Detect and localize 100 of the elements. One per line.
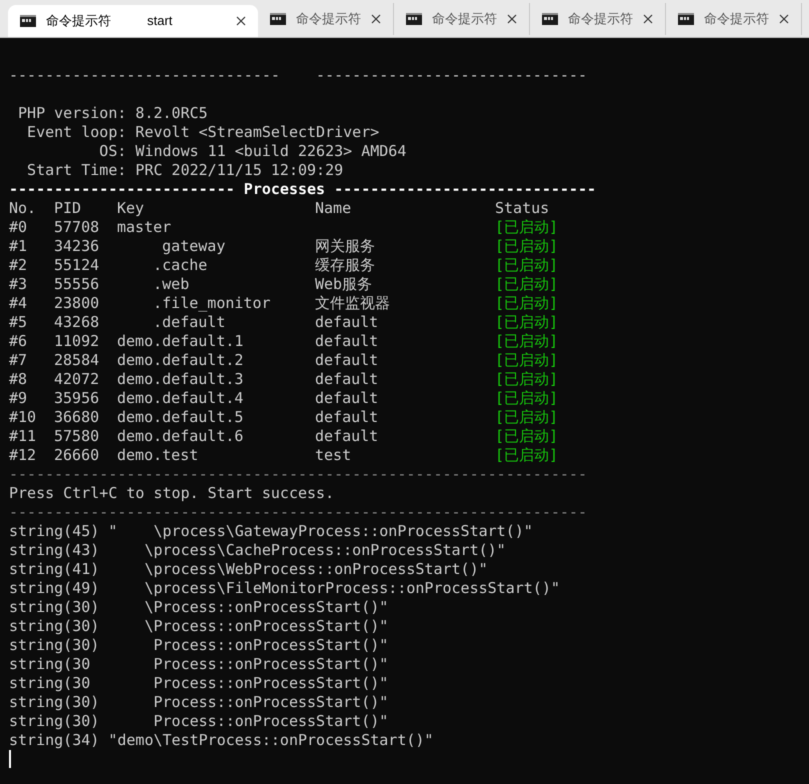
table-cell-text: #9 <box>9 389 28 408</box>
terminal-icon <box>678 13 694 25</box>
table-cell-text: [已启动] <box>495 294 560 313</box>
table-cell-text: [已启动] <box>495 237 560 256</box>
table-cell-text: .web <box>152 275 190 294</box>
table-cell-text: #12 <box>9 446 38 465</box>
table-cell-text: [已启动] <box>495 256 560 275</box>
table-cell-text: 缓存服务 <box>315 256 376 275</box>
close-icon[interactable] <box>507 14 517 24</box>
table-cell-text: gateway <box>161 237 226 256</box>
table-cell-text: [已启动] <box>495 218 560 237</box>
table-cell-text: [已启动] <box>495 313 560 332</box>
output-line: string(30) \Process::onProcessStart()" <box>9 617 388 635</box>
info-line: Event loop: Revolt <StreamSelectDriver> <box>26 123 380 141</box>
output-line: string(45) " \process\GatewayProcess::onProcessStart()" <box>9 522 533 540</box>
table-cell-text: 11092 <box>54 332 100 351</box>
table-cell-text: #8 <box>9 370 28 389</box>
table-cell-text: demo.test <box>117 446 200 465</box>
table-cell-text: #11 <box>9 427 38 446</box>
table-cell-text: .default <box>152 313 226 332</box>
output-line: string(30) Process::onProcessStart()" <box>9 712 388 730</box>
close-icon[interactable] <box>371 14 381 24</box>
table-cell-text: master <box>117 218 172 237</box>
table-cell-text: 网关服务 <box>315 237 376 256</box>
table-cell-text: 57708 <box>54 218 100 237</box>
column-header: No. <box>9 199 38 218</box>
table-cell-text: 42072 <box>54 370 100 389</box>
table-cell-text: [已启动] <box>495 351 560 370</box>
table-cell-text: #2 <box>9 256 28 275</box>
column-header: Key <box>117 199 146 218</box>
banner-line: ------------------------------ ------------------------------ <box>9 66 587 84</box>
column-header: Status <box>495 199 550 218</box>
table-cell-text: default <box>315 389 380 408</box>
table-cell-text: [已启动] <box>495 389 560 408</box>
info-line: OS: Windows 11 <build 22623> AMD64 <box>98 142 406 160</box>
table-cell-text: 55124 <box>54 256 100 275</box>
close-icon[interactable] <box>236 16 246 26</box>
divider-line: ---------------------------------------------------------------- <box>9 465 587 483</box>
tab[interactable]: 命令提示符 start <box>8 5 258 37</box>
section-heading: ------------------------- Processes ----------------------------- <box>9 180 596 198</box>
table-cell-text: 55556 <box>54 275 100 294</box>
terminal-icon <box>270 13 286 25</box>
table-cell-text: demo.default.3 <box>117 370 244 389</box>
table-cell-text: demo.default.5 <box>117 408 244 427</box>
table-cell-text: default <box>315 427 380 446</box>
table-cell-text: #3 <box>9 275 28 294</box>
table-cell-text: Web服务 <box>315 275 374 294</box>
output-line: string(30 Process::onProcessStart()" <box>9 674 388 692</box>
output-line: string(30 Process::onProcessStart()" <box>9 655 388 673</box>
table-cell-text: #0 <box>9 218 28 237</box>
table-cell-text: default <box>315 408 380 427</box>
table-cell-text: 26660 <box>54 446 100 465</box>
table-cell-text: #1 <box>9 237 28 256</box>
divider-line: ---------------------------------------------------------------- <box>9 503 587 521</box>
close-icon[interactable] <box>779 14 789 24</box>
table-cell-text: demo.default.6 <box>117 427 244 446</box>
table-cell-text: #6 <box>9 332 28 351</box>
table-cell-text: 文件监视器 <box>315 294 391 313</box>
output-line: string(34) "demo\TestProcess::onProcessStart()" <box>9 731 434 749</box>
output-line: string(43) \process\CacheProcess::onProcessStart()" <box>9 541 506 559</box>
tab[interactable]: 命令提示符 <box>530 3 666 35</box>
table-cell-text: [已启动] <box>495 446 560 465</box>
table-cell-text: [已启动] <box>495 370 560 389</box>
table-cell-text: #10 <box>9 408 38 427</box>
terminal-icon <box>406 13 422 25</box>
table-cell-text: demo.default.1 <box>117 332 244 351</box>
table-cell-text: 36680 <box>54 408 100 427</box>
terminal-icon <box>542 13 558 25</box>
text-cursor <box>9 750 11 768</box>
output-line: string(30) Process::onProcessStart()" <box>9 693 388 711</box>
table-cell-text: #7 <box>9 351 28 370</box>
close-icon[interactable] <box>643 14 653 24</box>
table-cell-text: 28584 <box>54 351 100 370</box>
table-cell-text: default <box>315 370 380 389</box>
output-line: string(30) \Process::onProcessStart()" <box>9 598 388 616</box>
table-cell-text: [已启动] <box>495 427 560 446</box>
output-line: string(49) \process\FileMonitorProcess::onProcessStart()" <box>9 579 560 597</box>
table-cell-text: 35956 <box>54 389 100 408</box>
tab[interactable]: 命令提示符 <box>666 3 802 35</box>
column-header: PID <box>54 199 82 218</box>
table-cell-text: 57580 <box>54 427 100 446</box>
output-line: string(30) Process::onProcessStart()" <box>9 636 388 654</box>
terminal-icon <box>20 15 36 27</box>
table-cell-text: test <box>315 446 352 465</box>
table-cell-text: .file_monitor <box>152 294 272 313</box>
table-cell-text: #5 <box>9 313 28 332</box>
table-cell-text: .cache <box>152 256 208 275</box>
status-message: Press Ctrl+C to stop. Start success. <box>9 484 334 502</box>
table-cell-text: default <box>315 332 380 351</box>
table-cell-text: default <box>315 313 380 332</box>
table-cell-text: default <box>315 351 380 370</box>
tab[interactable]: 命令提示符 <box>258 3 394 35</box>
column-header: Name <box>315 199 352 218</box>
table-cell-text: 43268 <box>54 313 100 332</box>
info-line: Start Time: PRC 2022/11/15 12:09:29 <box>26 161 344 179</box>
info-line: PHP version: 8.2.0RC5 <box>17 104 208 122</box>
tab[interactable]: 命令提示符 <box>394 3 530 35</box>
output-line: string(41) \process\WebProcess::onProcessStart()" <box>9 560 488 578</box>
table-cell-text: 34236 <box>54 237 100 256</box>
table-cell-text: 23800 <box>54 294 100 313</box>
